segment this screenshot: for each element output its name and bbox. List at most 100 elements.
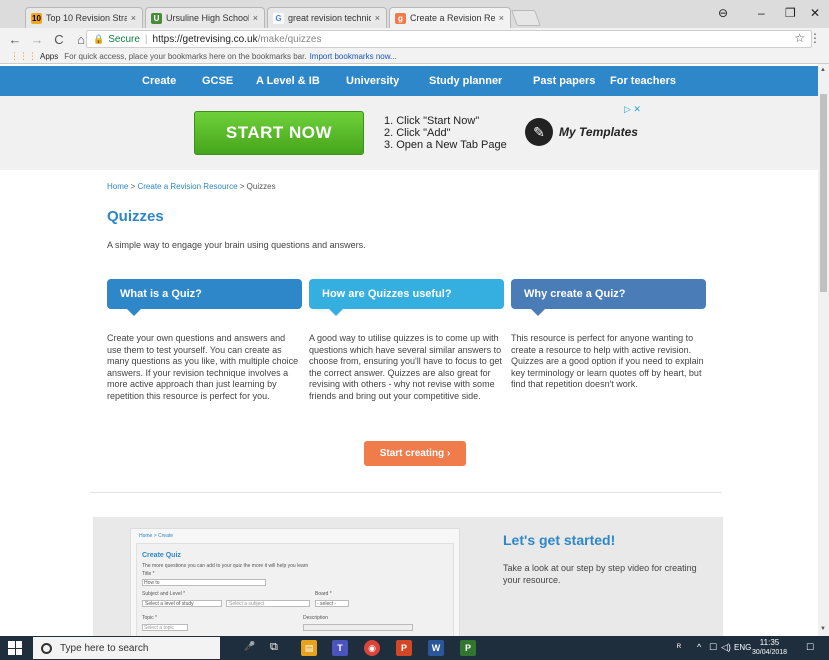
ad-steps: 1. Click "Start Now" 2. Click "Add" 3. O… xyxy=(384,115,507,151)
browser-menu-icon[interactable]: ⋮ xyxy=(809,31,821,45)
preview-title-input xyxy=(142,579,266,586)
notifications-icon[interactable]: ☐ xyxy=(806,642,814,653)
preview-breadcrumb: Home > Create xyxy=(139,533,174,539)
nav-past-papers[interactable]: Past papers xyxy=(533,75,595,87)
preview-board-value: - select - xyxy=(317,601,337,607)
minimize-button[interactable]: – xyxy=(758,6,765,20)
page-title: Quizzes xyxy=(107,208,164,225)
adchoices-icon[interactable]: ▷ ✕ xyxy=(624,104,641,115)
tab-close-icon[interactable]: × xyxy=(499,13,504,23)
tab-close-icon[interactable]: × xyxy=(253,13,258,23)
powerpoint-icon[interactable]: P xyxy=(396,640,412,656)
breadcrumb-separator: > xyxy=(239,182,245,191)
card-what-is-quiz-heading: What is a Quiz? xyxy=(107,279,302,316)
bookmark-star-icon[interactable]: ☆ xyxy=(794,31,805,45)
tab-google-search[interactable]: G great revision technique × xyxy=(267,7,387,28)
get-started-body: Take a look at our step by step video fo… xyxy=(503,563,697,585)
back-arrow-icon[interactable]: ← xyxy=(8,32,22,47)
nav-study-planner[interactable]: Study planner xyxy=(429,75,502,87)
project-icon[interactable]: P xyxy=(460,640,476,656)
preview-note: The more questions you can add to your q… xyxy=(142,563,309,569)
bookmarks-bar: ⋮⋮⋮ Apps For quick access, place your bo… xyxy=(0,50,829,64)
tab-ursuline[interactable]: U Ursuline High School - H × xyxy=(145,7,265,28)
preview-title-value: How to xyxy=(144,580,160,586)
profile-icon[interactable]: ⊖ xyxy=(718,6,728,20)
tab-close-icon[interactable]: × xyxy=(131,13,136,23)
my-templates-logo[interactable]: ✎ My Templates xyxy=(525,118,638,146)
network-icon[interactable]: ☐ xyxy=(709,642,717,653)
bookmarks-hint: For quick access, place your bookmarks h… xyxy=(64,52,307,61)
apps-grid-icon[interactable]: ⋮⋮⋮ xyxy=(10,51,37,62)
tab-label: Ursuline High School - H xyxy=(166,13,249,23)
nav-a-level-ib[interactable]: A Level & IB xyxy=(256,75,320,87)
nav-create[interactable]: Create xyxy=(142,75,176,87)
microphone-icon[interactable]: 🎤 xyxy=(244,641,255,652)
preview-subject-label: Subject and Level * xyxy=(142,591,186,597)
ad-start-now-button[interactable]: START NOW xyxy=(194,111,364,155)
nav-for-teachers[interactable]: For teachers xyxy=(610,75,676,87)
tray-chevron-icon[interactable]: ^ xyxy=(697,642,701,652)
secure-label: Secure xyxy=(108,33,140,45)
lock-icon: 🔒 xyxy=(93,33,105,44)
windows-taskbar: Type here to search 🎤 ⧉ ▤ T ◉ P W P ᴿ ^ … xyxy=(0,636,829,660)
url-host: https://getrevising.co.uk xyxy=(152,33,258,45)
preview-title: Create Quiz xyxy=(142,552,181,559)
scroll-down-icon[interactable]: ▼ xyxy=(820,626,826,632)
vertical-scrollbar[interactable]: ▲ ▼ xyxy=(818,64,829,636)
ad-step: 1. Click "Start Now" xyxy=(384,115,480,127)
reload-icon[interactable]: C xyxy=(52,32,66,47)
card-what-is-quiz-body: Create your own questions and answers an… xyxy=(107,333,299,401)
preview-level-value: Select a level of study xyxy=(145,601,194,607)
card-why-create-body: This resource is perfect for anyone want… xyxy=(511,333,704,389)
preview-topic-value: Select a topic xyxy=(144,625,175,631)
taskbar-search-box[interactable]: Type here to search xyxy=(33,637,220,659)
cortana-icon xyxy=(41,642,52,654)
scroll-thumb[interactable] xyxy=(820,94,827,292)
task-view-icon[interactable]: ⧉ xyxy=(270,641,278,654)
tab-favicon-icon: g xyxy=(395,12,406,24)
people-icon[interactable]: ᴿ xyxy=(677,642,681,652)
page-intro: A simple way to engage your brain using … xyxy=(107,240,366,250)
breadcrumb-create[interactable]: Create a Revision Resource xyxy=(137,182,237,191)
close-window-button[interactable]: ✕ xyxy=(810,6,820,20)
address-bar[interactable]: 🔒 Secure | https://getrevising.co.uk /ma… xyxy=(86,30,812,48)
ad-step: 3. Open a New Tab Page xyxy=(384,139,507,151)
taskbar-clock[interactable]: 11:35 30/04/2018 xyxy=(752,638,787,658)
scroll-up-icon[interactable]: ▲ xyxy=(820,67,826,73)
browser-toolbar: ← → C ⌂ 🔒 Secure | https://getrevising.c… xyxy=(0,28,829,50)
card-why-create-heading: Why create a Quiz? xyxy=(511,279,706,316)
maximize-button[interactable]: ❐ xyxy=(785,6,796,20)
tab-top-10-revision[interactable]: 10 Top 10 Revision Strategie × xyxy=(25,7,143,28)
teams-icon[interactable]: T xyxy=(332,640,348,656)
windows-start-icon[interactable] xyxy=(8,641,22,655)
site-navigation: Create GCSE A Level & IB University Stud… xyxy=(0,66,818,96)
apps-link[interactable]: Apps xyxy=(40,52,58,61)
tab-create-revision-resource[interactable]: g Create a Revision Resour × xyxy=(389,7,511,28)
breadcrumb-home[interactable]: Home xyxy=(107,182,128,191)
card-how-useful-body: A good way to utilise quizzes is to come… xyxy=(309,333,502,401)
preview-board-label: Board * xyxy=(315,591,332,597)
language-indicator[interactable]: ENG xyxy=(734,643,751,652)
my-templates-name: My Templates xyxy=(559,125,638,139)
taskbar-search-placeholder: Type here to search xyxy=(60,642,149,654)
import-bookmarks-link[interactable]: Import bookmarks now... xyxy=(310,52,397,61)
breadcrumb-current: Quizzes xyxy=(246,182,276,191)
file-explorer-icon[interactable]: ▤ xyxy=(301,640,317,656)
tab-label: Create a Revision Resour xyxy=(410,13,495,23)
tab-favicon-icon: 10 xyxy=(31,12,42,24)
nav-gcse[interactable]: GCSE xyxy=(202,75,233,87)
preview-topic-label: Topic * xyxy=(142,615,158,621)
tab-close-icon[interactable]: × xyxy=(375,13,380,23)
preview-description-label: Description xyxy=(303,615,329,621)
ad-step: 2. Click "Add" xyxy=(384,127,451,139)
clock-date: 30/04/2018 xyxy=(752,649,788,656)
word-icon[interactable]: W xyxy=(428,640,444,656)
volume-icon[interactable]: ◁) xyxy=(721,642,731,653)
forward-arrow-icon[interactable]: → xyxy=(30,32,44,47)
google-icon: G xyxy=(273,12,284,24)
section-divider xyxy=(90,492,722,493)
nav-university[interactable]: University xyxy=(346,75,399,87)
start-creating-button[interactable]: Start creating › xyxy=(364,441,466,466)
tab-label: great revision technique xyxy=(288,13,371,23)
chrome-icon[interactable]: ◉ xyxy=(364,640,380,656)
